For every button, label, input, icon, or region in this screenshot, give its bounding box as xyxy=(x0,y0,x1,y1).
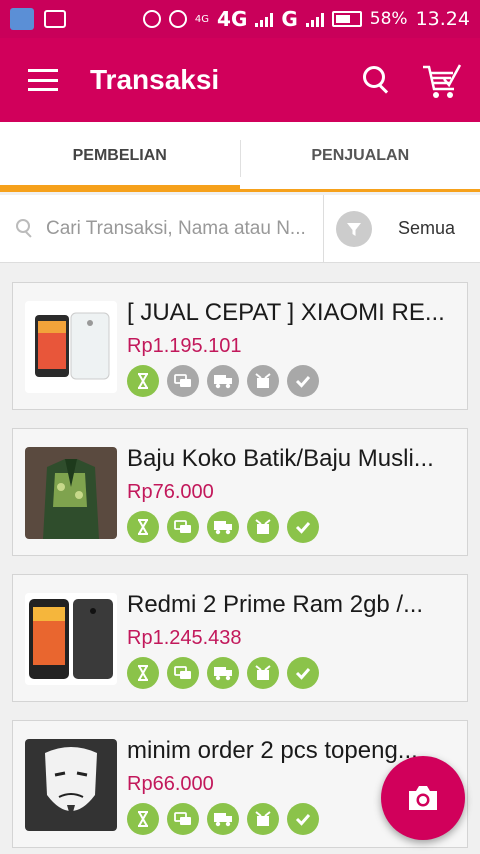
product-thumbnail xyxy=(25,739,117,831)
transaction-price: Rp1.245.438 xyxy=(127,627,242,649)
received-icon xyxy=(247,657,279,689)
transaction-price: Rp76.000 xyxy=(127,481,214,503)
battery-percent: 58% xyxy=(369,9,408,29)
cart-checklist-icon[interactable] xyxy=(420,59,462,101)
tab-bar: PEMBELIAN PENJUALAN xyxy=(0,122,480,192)
transaction-card[interactable]: [ JUAL CEPAT ] XIAOMI RE... Rp1.195.101 xyxy=(12,282,468,410)
filter-button[interactable]: Semua xyxy=(324,195,480,262)
signal-icon xyxy=(255,11,274,27)
received-icon xyxy=(247,511,279,543)
app-bar: Transaksi xyxy=(0,38,480,122)
hamburger-icon xyxy=(28,69,58,91)
shipping-icon xyxy=(207,657,239,689)
transaction-card[interactable]: Baju Koko Batik/Baju Musli... Rp76.000 xyxy=(12,428,468,556)
product-thumbnail xyxy=(25,301,117,393)
transaction-title: [ JUAL CEPAT ] XIAOMI RE... xyxy=(127,299,445,326)
hourglass-icon xyxy=(127,365,159,397)
check-icon xyxy=(287,511,319,543)
network-type-label: G xyxy=(281,7,298,31)
check-icon xyxy=(287,657,319,689)
shipping-icon xyxy=(207,803,239,835)
camera-icon xyxy=(409,786,437,810)
search-icon[interactable] xyxy=(356,60,396,100)
bbm-notification-icon xyxy=(44,10,66,28)
network-type-label: 4G xyxy=(194,13,210,25)
tab-pembelian[interactable]: PEMBELIAN xyxy=(0,122,240,192)
transaction-price: Rp1.195.101 xyxy=(127,335,242,357)
hourglass-icon xyxy=(127,803,159,835)
alarm-icon xyxy=(168,10,187,28)
transaction-card[interactable]: Redmi 2 Prime Ram 2gb /... Rp1.245.438 xyxy=(12,574,468,702)
signal-icon xyxy=(305,11,324,27)
filter-icon xyxy=(336,210,372,247)
search-icon xyxy=(14,218,36,240)
hourglass-icon xyxy=(127,511,159,543)
hourglass-icon xyxy=(127,657,159,689)
transaction-price: Rp66.000 xyxy=(127,773,214,795)
camera-fab-button[interactable] xyxy=(381,756,465,840)
transaction-steps xyxy=(127,511,319,543)
transaction-steps xyxy=(127,803,319,835)
eye-notification-icon xyxy=(10,8,34,30)
menu-button[interactable] xyxy=(0,38,86,122)
payment-icon xyxy=(167,365,199,397)
transaction-steps xyxy=(127,365,319,397)
product-thumbnail xyxy=(25,447,117,539)
transaction-steps xyxy=(127,657,319,689)
shipping-icon xyxy=(207,511,239,543)
transaction-title: Redmi 2 Prime Ram 2gb /... xyxy=(127,591,424,618)
page-title: Transaksi xyxy=(90,64,220,95)
clock: 13.24 xyxy=(415,8,470,30)
search-field[interactable] xyxy=(0,195,324,262)
status-bar: 4G 4G G 58% 13.24 xyxy=(0,0,480,38)
payment-icon xyxy=(167,657,199,689)
filter-label: Semua xyxy=(398,218,456,238)
payment-icon xyxy=(167,511,199,543)
search-bar: Semua xyxy=(0,195,480,263)
battery-icon xyxy=(331,11,362,27)
network-type-label: 4G xyxy=(217,7,248,31)
product-thumbnail xyxy=(25,593,117,685)
vibrate-icon xyxy=(142,10,161,28)
payment-icon xyxy=(167,803,199,835)
check-icon xyxy=(287,365,319,397)
check-icon xyxy=(287,803,319,835)
received-icon xyxy=(247,803,279,835)
search-input[interactable] xyxy=(46,217,316,240)
transaction-title: Baju Koko Batik/Baju Musli... xyxy=(127,445,434,472)
tab-penjualan[interactable]: PENJUALAN xyxy=(241,122,480,189)
received-icon xyxy=(247,365,279,397)
shipping-icon xyxy=(207,365,239,397)
